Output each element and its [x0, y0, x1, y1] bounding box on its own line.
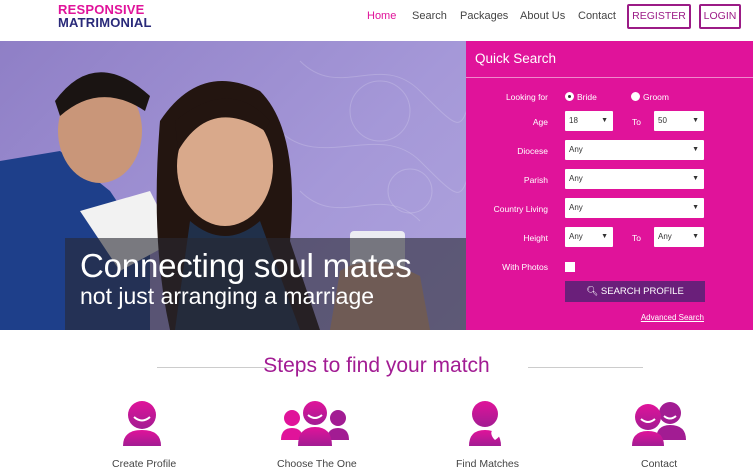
- person-heart-icon: [469, 401, 501, 446]
- step-contact-label: Contact: [641, 458, 678, 470]
- group-icon: [281, 401, 349, 446]
- search-profile-button[interactable]: 🔍︎ SEARCH PROFILE: [565, 281, 705, 302]
- with-photos-label: With Photos: [502, 262, 548, 272]
- height-to-value: Any: [658, 232, 672, 241]
- quick-search-title: Quick Search: [475, 51, 557, 66]
- hero-banner: Connecting soul mates not just arranging…: [0, 41, 753, 330]
- nav-contact[interactable]: Contact: [578, 10, 616, 22]
- age-from-select[interactable]: 18 ▼: [565, 111, 613, 131]
- hero-caption-line2: not just arranging a marriage: [80, 283, 375, 309]
- bride-radio[interactable]: [565, 92, 574, 101]
- step-create-profile-label: Create Profile: [112, 458, 177, 470]
- diocese-label: Diocese: [517, 146, 548, 156]
- groom-radio[interactable]: [631, 92, 640, 101]
- step-choose-label: Choose The One: [277, 458, 357, 470]
- parish-label: Parish: [523, 175, 548, 185]
- country-living-select[interactable]: Any ▼: [565, 198, 704, 218]
- header: RESPONSIVE MATRIMONIAL Home Search Packa…: [0, 0, 753, 41]
- with-photos-checkbox[interactable]: [565, 262, 575, 272]
- nav-home[interactable]: Home: [367, 10, 396, 22]
- hero-caption-line1: Connecting soul mates: [80, 247, 412, 284]
- person-icon: [123, 401, 161, 446]
- logo-line2: MATRIMONIAL: [58, 15, 152, 30]
- bride-radio-label: Bride: [577, 92, 597, 102]
- page: RESPONSIVE MATRIMONIAL Home Search Packa…: [0, 0, 753, 474]
- height-label: Height: [523, 233, 548, 243]
- age-from-value: 18: [569, 116, 578, 125]
- height-to-select[interactable]: Any ▼: [654, 227, 704, 247]
- height-from-value: Any: [569, 232, 583, 241]
- age-to-label: To: [632, 117, 641, 127]
- quick-search-panel: Quick Search Looking for Bride Groom Age…: [466, 41, 753, 330]
- nav-search[interactable]: Search: [412, 10, 447, 22]
- chevron-down-icon: ▼: [692, 117, 699, 124]
- age-to-value: 50: [658, 116, 667, 125]
- country-living-label: Country Living: [493, 204, 548, 214]
- step-find-matches-label: Find Matches: [456, 458, 520, 470]
- nav-about[interactable]: About Us: [520, 10, 565, 22]
- diocese-value: Any: [569, 145, 583, 154]
- advanced-search-link[interactable]: Advanced Search: [641, 313, 704, 322]
- title-rule-right: [528, 367, 643, 368]
- divider: [466, 77, 753, 78]
- login-button[interactable]: LOGIN: [699, 4, 741, 29]
- chevron-down-icon: ▼: [692, 146, 699, 153]
- nav-packages[interactable]: Packages: [460, 10, 508, 22]
- register-button[interactable]: REGISTER: [627, 4, 691, 29]
- height-to-label: To: [632, 233, 641, 243]
- groom-radio-label: Groom: [643, 92, 669, 102]
- chevron-down-icon: ▼: [601, 117, 608, 124]
- chevron-down-icon: ▼: [692, 233, 699, 240]
- parish-value: Any: [569, 174, 583, 183]
- chevron-down-icon: ▼: [692, 204, 699, 211]
- chevron-down-icon: ▼: [692, 175, 699, 182]
- age-to-select[interactable]: 50 ▼: [654, 111, 704, 131]
- height-from-select[interactable]: Any ▼: [565, 227, 613, 247]
- couple-icon: [632, 402, 686, 446]
- looking-for-label: Looking for: [505, 92, 548, 102]
- steps-title: Steps to find your match: [263, 354, 490, 377]
- diocese-select[interactable]: Any ▼: [565, 140, 704, 160]
- site-logo[interactable]: RESPONSIVE MATRIMONIAL: [58, 3, 152, 29]
- search-profile-label: SEARCH PROFILE: [600, 286, 684, 297]
- search-icon: 🔍︎: [586, 286, 599, 297]
- country-living-value: Any: [569, 203, 583, 212]
- age-label: Age: [532, 117, 548, 127]
- chevron-down-icon: ▼: [601, 233, 608, 240]
- parish-select[interactable]: Any ▼: [565, 169, 704, 189]
